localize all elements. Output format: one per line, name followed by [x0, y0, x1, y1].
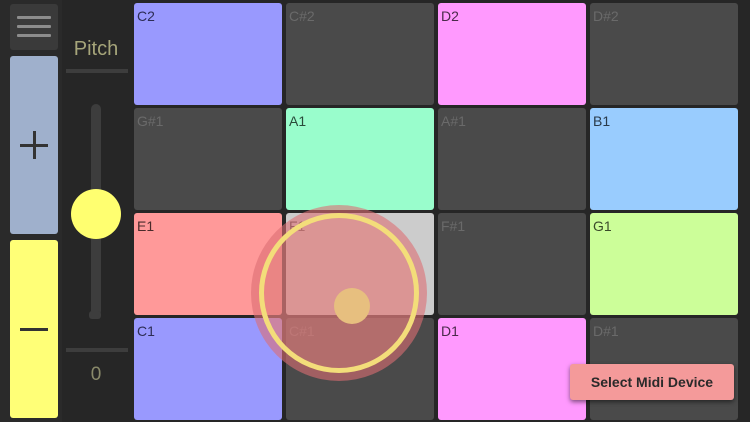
- touch-ring: [259, 213, 419, 373]
- pad-label: C2: [137, 8, 155, 24]
- left-panel: [0, 0, 62, 422]
- pitch-label: Pitch: [73, 38, 119, 60]
- touch-dot: [334, 288, 370, 324]
- pad-a1[interactable]: A1: [286, 108, 434, 210]
- pad-label: D2: [441, 8, 459, 24]
- pad-b1[interactable]: B1: [590, 108, 738, 210]
- pad-csharp2[interactable]: C#2: [286, 3, 434, 105]
- octave-up-button[interactable]: [10, 56, 58, 234]
- pad-fsharp1[interactable]: F#1: [438, 213, 586, 315]
- pad-label: C#2: [289, 8, 315, 24]
- pad-label: C1: [137, 323, 155, 339]
- pad-label: D#1: [593, 323, 619, 339]
- select-midi-device-button[interactable]: Select Midi Device: [570, 364, 734, 400]
- pad-label: D1: [441, 323, 459, 339]
- pad-label: D#2: [593, 8, 619, 24]
- pad-asharp1[interactable]: A#1: [438, 108, 586, 210]
- pitch-panel: Pitch 0: [62, 0, 134, 422]
- pad-gsharp1[interactable]: G#1: [134, 108, 282, 210]
- pad-g1[interactable]: G1: [590, 213, 738, 315]
- pad-d1[interactable]: D1: [438, 318, 586, 420]
- touch-indicator: [251, 205, 427, 381]
- pad-c2[interactable]: C2: [134, 3, 282, 105]
- menu-button[interactable]: [10, 4, 58, 50]
- pad-dsharp2[interactable]: D#2: [590, 3, 738, 105]
- pitch-value: 0: [90, 364, 102, 385]
- pad-label: G1: [593, 218, 612, 234]
- pitch-slider-knob[interactable]: [71, 189, 121, 239]
- pitch-center-notch: [89, 311, 101, 319]
- pad-label: A#1: [441, 113, 466, 129]
- pitch-divider-top: [66, 69, 128, 73]
- octave-down-button[interactable]: [10, 240, 58, 418]
- pad-label: A1: [289, 113, 307, 129]
- pad-label: G#1: [137, 113, 164, 129]
- pad-label: B1: [593, 113, 611, 129]
- pad-label: F#1: [441, 218, 466, 234]
- pitch-divider-bottom: [66, 348, 128, 352]
- pad-d2[interactable]: D2: [438, 3, 586, 105]
- pad-label: E1: [137, 218, 155, 234]
